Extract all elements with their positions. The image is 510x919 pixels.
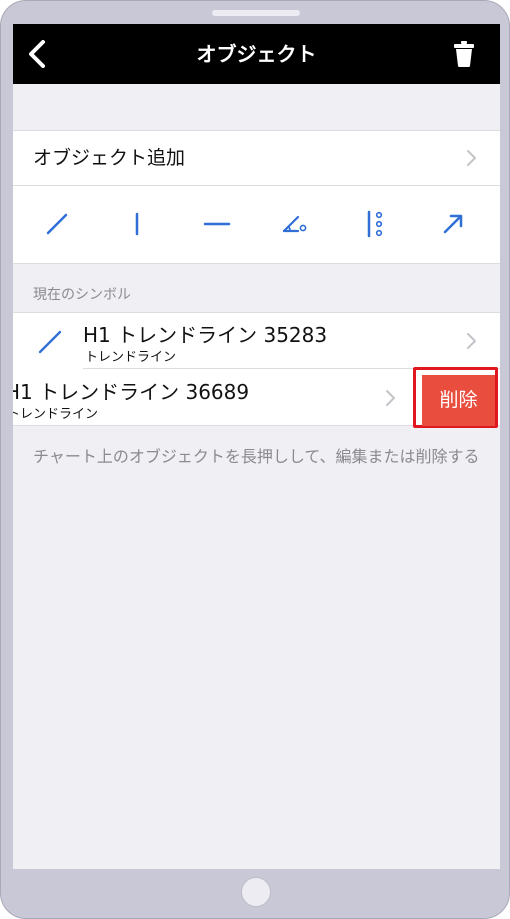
- trendline-tool-icon: [46, 213, 68, 235]
- chevron-right-icon: [386, 390, 395, 406]
- vertical-line-tool-button[interactable]: [119, 206, 155, 242]
- drawing-tools-bar: [13, 186, 500, 264]
- hint-text: チャート上のオブジェクトを長押しして、編集または削除する: [33, 447, 480, 466]
- home-button[interactable]: [241, 877, 271, 907]
- vertical-line-tool-icon: [135, 212, 139, 236]
- angle-tool-button[interactable]: [277, 206, 313, 242]
- angle-tool-icon: [282, 215, 307, 233]
- object-title: H1 トレンドライン 36689: [13, 380, 250, 404]
- trash-button[interactable]: [450, 38, 478, 70]
- channel-tool-icon: [367, 210, 383, 238]
- delete-button[interactable]: 削除: [422, 375, 495, 426]
- arrow-tool-button[interactable]: [435, 206, 471, 242]
- navigation-bar: オブジェクト: [13, 24, 500, 84]
- object-subtitle: トレンドライン: [85, 350, 177, 365]
- object-title: H1 トレンドライン 35283: [83, 323, 328, 347]
- object-row[interactable]: H1 トレンドライン 35283 トレンドライン: [13, 312, 500, 369]
- chevron-right-icon: [467, 333, 476, 349]
- add-object-label: オブジェクト追加: [33, 147, 186, 169]
- object-subtitle: トレンドライン: [13, 407, 99, 422]
- channel-tool-button[interactable]: [357, 206, 393, 242]
- add-object-row[interactable]: オブジェクト追加: [13, 130, 500, 186]
- page-title: オブジェクト: [196, 42, 317, 66]
- trendline-tool-button[interactable]: [39, 206, 75, 242]
- trash-icon: [454, 41, 474, 67]
- horizontal-line-tool-button[interactable]: [199, 206, 235, 242]
- phone-speaker: [212, 10, 300, 16]
- current-symbol-header: 現在のシンボル: [33, 287, 131, 303]
- arrow-tool-icon: [443, 214, 463, 234]
- horizontal-line-tool-icon: [203, 222, 231, 226]
- delete-highlight-frame: 削除: [413, 367, 498, 428]
- app-screen: オブジェクト オブジェクト追加 現在のシンボル H1 トレンドライン 35283…: [13, 24, 500, 869]
- chevron-right-icon: [467, 150, 476, 166]
- trendline-icon: [38, 330, 62, 354]
- phone-frame: オブジェクト オブジェクト追加 現在のシンボル H1 トレンドライン 35283…: [0, 0, 510, 919]
